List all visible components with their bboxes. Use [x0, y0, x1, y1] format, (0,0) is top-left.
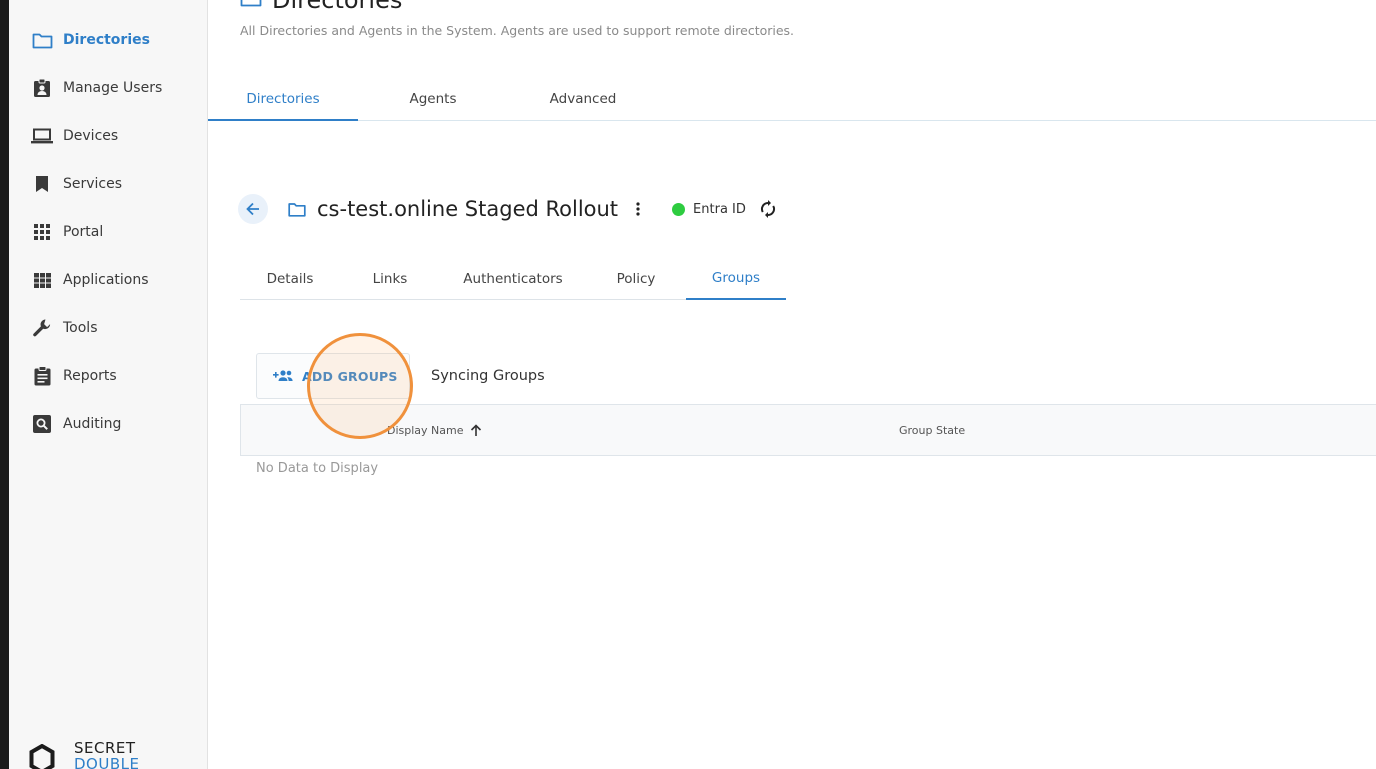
sidebar: Directories Manage Users Devices Service…: [9, 0, 208, 769]
more-options-icon[interactable]: [636, 202, 640, 216]
column-label: Group State: [899, 423, 966, 437]
back-button[interactable]: [238, 194, 268, 224]
tab-details[interactable]: Details: [240, 258, 340, 299]
column-label: Display Name: [387, 423, 464, 437]
sidebar-item-label: Directories: [63, 32, 150, 48]
sidebar-item-label: Devices: [63, 128, 119, 144]
sidebar-item-auditing[interactable]: Auditing: [9, 404, 207, 444]
app-window: Directories Manage Users Devices Service…: [0, 0, 1376, 769]
folder-icon: [240, 0, 262, 11]
sidebar-item-applications[interactable]: Applications: [9, 260, 207, 300]
sidebar-item-label: Auditing: [63, 416, 122, 432]
tab-policy[interactable]: Policy: [586, 258, 686, 299]
groups-table-header: Display Name Group State: [240, 404, 1376, 456]
brand-name-line2: DOUBLE: [74, 755, 140, 769]
tab-links[interactable]: Links: [340, 258, 440, 299]
brand-logo: SECRET DOUBLE: [29, 740, 139, 769]
clipboard-icon: [31, 365, 53, 387]
sidebar-item-reports[interactable]: Reports: [9, 356, 207, 396]
folder-icon: [31, 29, 53, 51]
directory-header: cs-test.online Staged Rollout Entra ID: [238, 192, 776, 226]
top-tab-bar: Directories Agents Advanced: [208, 78, 1376, 121]
empty-state-text: No Data to Display: [256, 461, 379, 476]
grid-icon: [31, 221, 53, 243]
brand-name-line1: SECRET: [74, 739, 136, 757]
bookmark-icon: [31, 173, 53, 195]
directory-title: cs-test.online Staged Rollout: [317, 197, 619, 221]
laptop-icon: [31, 125, 53, 147]
hexagon-logo-icon: [29, 744, 55, 769]
sidebar-item-label: Reports: [63, 368, 117, 384]
search-box-icon: [31, 413, 53, 435]
tab-directories[interactable]: Directories: [208, 78, 358, 121]
sync-icon[interactable]: [760, 200, 776, 218]
tab-authenticators[interactable]: Authenticators: [440, 258, 586, 299]
sidebar-item-tools[interactable]: Tools: [9, 308, 207, 348]
arrow-left-icon: [246, 202, 259, 216]
add-group-icon: [272, 369, 294, 383]
sidebar-item-portal[interactable]: Portal: [9, 212, 207, 252]
tab-advanced[interactable]: Advanced: [508, 78, 658, 120]
click-highlight-circle: [307, 333, 413, 439]
window-edge: [0, 0, 9, 769]
tab-groups[interactable]: Groups: [686, 258, 786, 300]
sidebar-item-services[interactable]: Services: [9, 164, 207, 204]
status-dot: [672, 202, 686, 216]
badge-icon: [31, 77, 53, 99]
sidebar-item-manage-users[interactable]: Manage Users: [9, 68, 207, 108]
sidebar-item-directories[interactable]: Directories: [9, 20, 207, 60]
folder-icon: [288, 202, 306, 217]
sidebar-item-devices[interactable]: Devices: [9, 116, 207, 156]
sidebar-item-label: Services: [63, 176, 123, 192]
sidebar-item-label: Portal: [63, 224, 104, 240]
page-header: Directories: [240, 0, 402, 14]
apps-icon: [31, 269, 53, 291]
directory-type-label: Entra ID: [693, 201, 746, 217]
sidebar-item-label: Tools: [63, 320, 98, 336]
sidebar-item-label: Applications: [63, 272, 149, 288]
syncing-groups-title: Syncing Groups: [431, 368, 545, 384]
page-title: Directories: [272, 0, 403, 14]
column-header-group-state[interactable]: Group State: [899, 405, 965, 455]
sort-ascending-icon: [470, 423, 481, 436]
sidebar-item-label: Manage Users: [63, 80, 163, 96]
tab-agents[interactable]: Agents: [358, 78, 508, 120]
wrench-icon: [31, 317, 53, 339]
page-subtitle: All Directories and Agents in the System…: [240, 23, 795, 38]
directory-tab-bar: Details Links Authenticators Policy Grou…: [240, 258, 786, 300]
